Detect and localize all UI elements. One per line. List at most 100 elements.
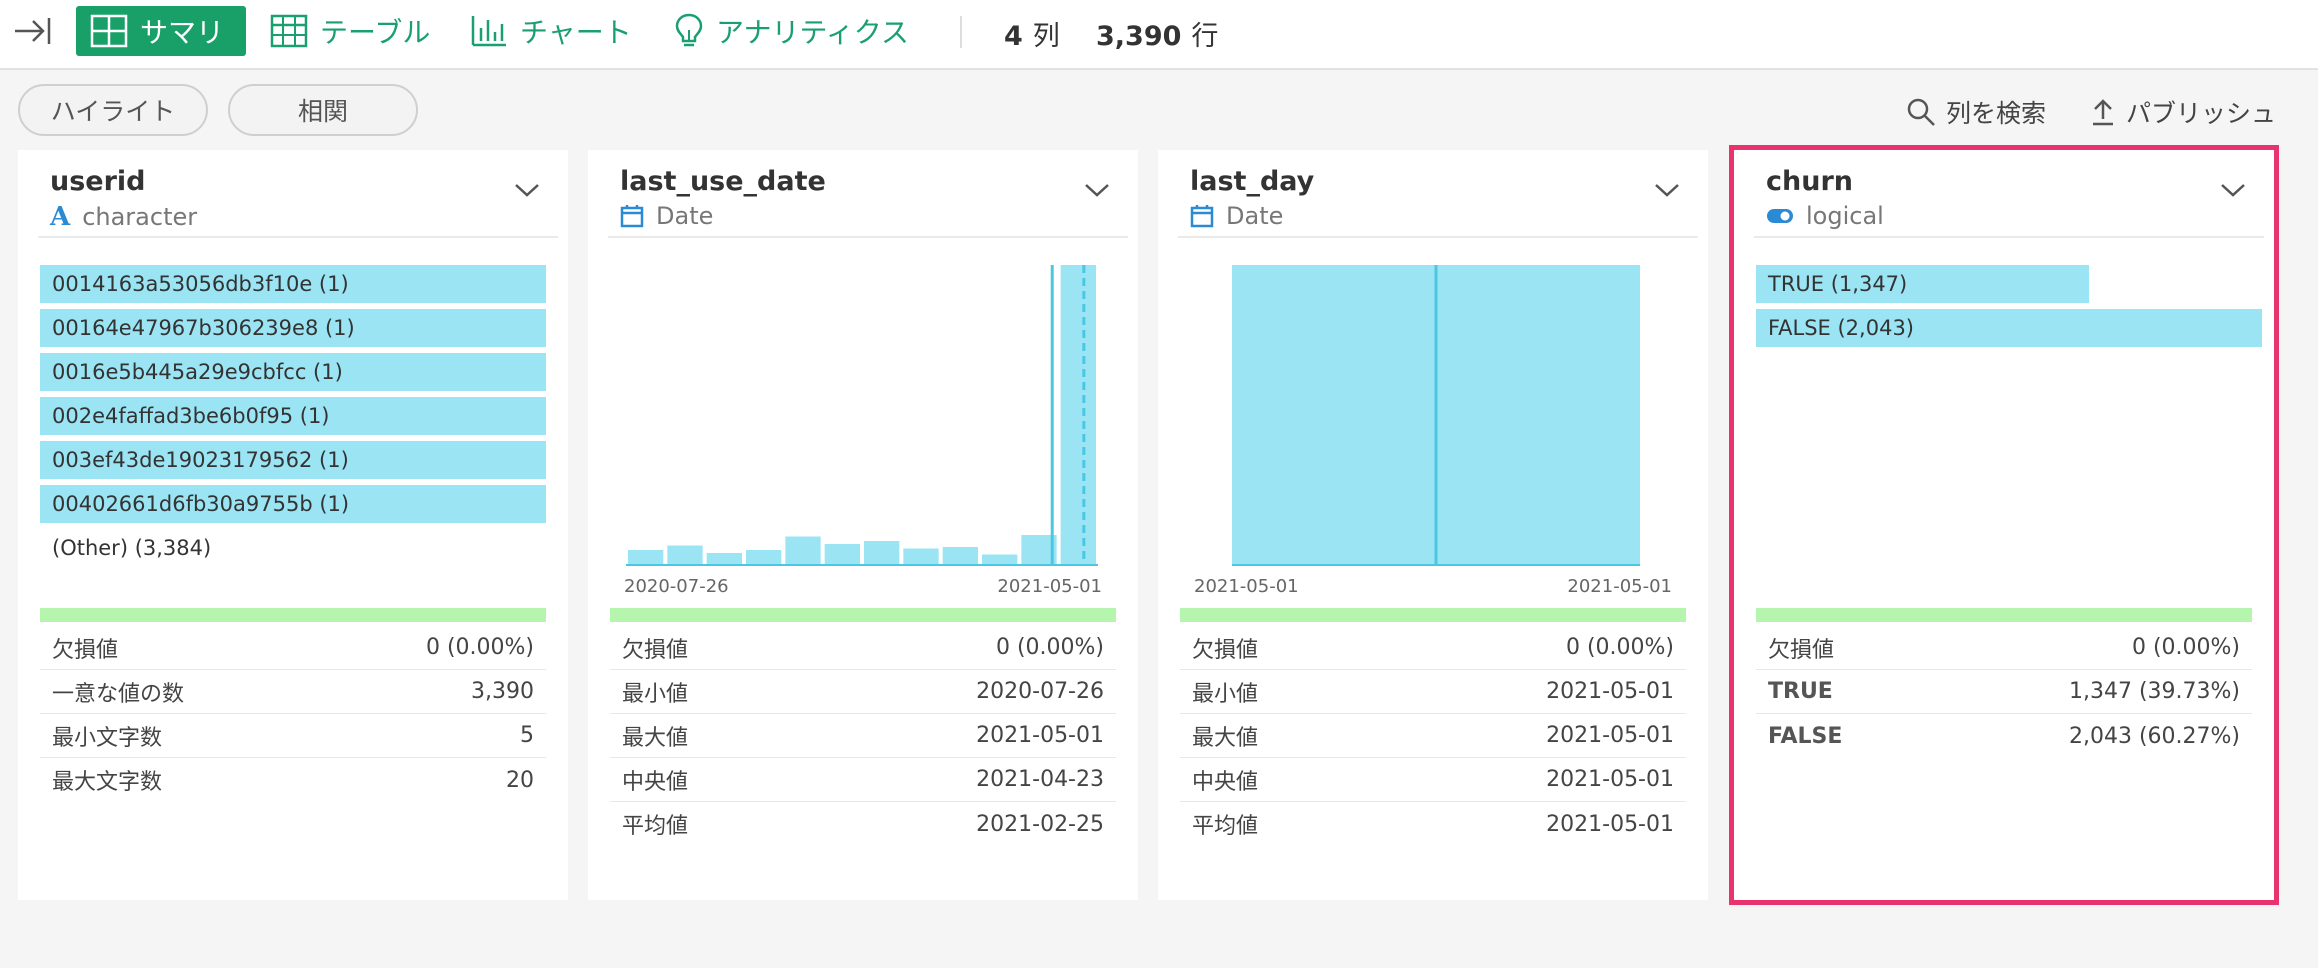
stat-label: FALSE bbox=[1768, 723, 1843, 749]
column-type: Date bbox=[620, 202, 713, 230]
stats-table: 欠損値 0 (0.00%) TRUE 1,347 (39.73%) FALSE 2,0… bbox=[1756, 626, 2252, 758]
search-columns-button[interactable]: 列を検索 bbox=[1906, 94, 2046, 130]
stat-label: 中央値 bbox=[622, 769, 689, 795]
stat-row: 平均値 2021-02-25 bbox=[610, 802, 1116, 846]
histogram[interactable] bbox=[606, 260, 1120, 570]
value-row-true[interactable]: TRUE (1,347) bbox=[1756, 265, 2090, 303]
stat-value: 2021-05-01 bbox=[1546, 723, 1674, 748]
value-row[interactable]: 00402661d6fb30a9755b (1) bbox=[40, 485, 546, 523]
stat-row: 最小文字数 5 bbox=[40, 714, 546, 758]
stat-label: 最大値 bbox=[622, 725, 689, 751]
stat-value: 2021-05-01 bbox=[976, 723, 1104, 748]
stat-row: 一意な値の数 3,390 bbox=[40, 670, 546, 714]
stats-table: 欠損値 0 (0.00%) 一意な値の数 3,390 最小文字数 5 最大文字数 20 bbox=[40, 626, 546, 802]
stat-row: TRUE 1,347 (39.73%) bbox=[1756, 670, 2252, 714]
histogram-bar[interactable] bbox=[1060, 265, 1096, 565]
stat-label: TRUE bbox=[1768, 679, 1833, 704]
tab-analytics[interactable]: アナリティクス bbox=[660, 6, 923, 56]
highlight-button[interactable]: ハイライト bbox=[18, 84, 208, 136]
chevron-down-icon[interactable] bbox=[2220, 180, 2246, 200]
stat-value: 2020-07-26 bbox=[976, 679, 1104, 704]
tab-chart[interactable]: チャート bbox=[456, 6, 646, 56]
column-name: last_use_date bbox=[620, 166, 826, 197]
stat-row: 平均値 2021-05-01 bbox=[1180, 802, 1686, 846]
tab-summary-label: サマリ bbox=[140, 16, 225, 49]
search-columns-label: 列を検索 bbox=[1946, 99, 2047, 128]
non-missing-bar bbox=[1180, 608, 1686, 622]
stat-row: 最大値 2021-05-01 bbox=[610, 714, 1116, 758]
column-type-label: Date bbox=[656, 202, 714, 230]
tab-table[interactable]: テーブル bbox=[256, 6, 444, 56]
histogram-bar[interactable] bbox=[942, 547, 978, 565]
column-card-churn[interactable]: churn logical TRUE (1,347) FALSE (2,043)… bbox=[1729, 145, 2279, 905]
column-count: 4 列 bbox=[1004, 14, 1060, 53]
table-icon bbox=[270, 14, 308, 48]
histogram-bar[interactable] bbox=[628, 550, 664, 565]
lightbulb-icon bbox=[675, 13, 703, 47]
row-count: 3,390 行 bbox=[1096, 14, 1218, 53]
x-axis-start-label: 2020-07-26 bbox=[624, 576, 729, 597]
bar-chart-icon bbox=[471, 16, 506, 47]
column-count-value: 4 bbox=[1004, 21, 1023, 52]
histogram-bar[interactable] bbox=[982, 554, 1018, 566]
stat-label: 欠損値 bbox=[1192, 637, 1259, 663]
search-icon bbox=[1907, 98, 1935, 126]
stat-value: 3,390 bbox=[471, 679, 534, 704]
column-type-label: character bbox=[82, 203, 198, 231]
value-row[interactable]: 002e4faffad3be6b0f95 (1) bbox=[40, 397, 546, 435]
histogram-bar[interactable] bbox=[706, 553, 742, 565]
value-row[interactable]: 0016e5b445a29e9cbfcc (1) bbox=[40, 353, 546, 391]
toolbar: サマリ テーブル チャート アナリティクス 4 列 3,390 行 bbox=[0, 0, 2318, 70]
other-values-row: (Other) (3,384) bbox=[52, 536, 212, 560]
tab-summary[interactable]: サマリ bbox=[76, 6, 246, 56]
stat-row: 中央値 2021-05-01 bbox=[1180, 758, 1686, 802]
correlation-button[interactable]: 相関 bbox=[228, 84, 418, 136]
value-row[interactable]: 0014163a53056db3f10e (1) bbox=[40, 265, 546, 303]
value-row[interactable]: 003ef43de19023179562 (1) bbox=[40, 441, 546, 479]
histogram-bar[interactable] bbox=[785, 536, 821, 566]
histogram-bar[interactable] bbox=[903, 548, 939, 566]
chevron-down-icon[interactable] bbox=[1084, 180, 1110, 200]
stat-row: 欠損値 0 (0.00%) bbox=[40, 626, 546, 670]
stat-label: 欠損値 bbox=[622, 637, 689, 663]
histogram-bar[interactable] bbox=[824, 544, 860, 565]
stat-value: 0 (0.00%) bbox=[425, 635, 534, 660]
histogram-bar[interactable] bbox=[746, 550, 782, 565]
calendar-icon bbox=[620, 205, 644, 228]
collapse-arrow-icon bbox=[15, 18, 51, 44]
card-header: last_day Date bbox=[1158, 150, 1708, 238]
column-name: userid bbox=[50, 166, 146, 197]
value-row-false[interactable]: FALSE (2,043) bbox=[1756, 309, 2262, 347]
stat-value: 1,347 (39.73%) bbox=[2068, 679, 2240, 704]
upload-icon bbox=[2093, 99, 2113, 126]
stat-label: 最小値 bbox=[1192, 681, 1259, 707]
stat-label: 最小文字数 bbox=[52, 725, 163, 751]
chevron-down-icon[interactable] bbox=[514, 180, 540, 200]
non-missing-bar bbox=[610, 608, 1116, 622]
value-row[interactable]: 00164e47967b306239e8 (1) bbox=[40, 309, 546, 347]
stat-value: 2021-05-01 bbox=[1546, 679, 1674, 704]
stat-label: 欠損値 bbox=[1768, 637, 1835, 663]
stat-value: 0 (0.00%) bbox=[995, 635, 1104, 660]
histogram-bar[interactable] bbox=[667, 545, 703, 566]
stat-value: 0 (0.00%) bbox=[2131, 635, 2240, 660]
collapse-sidebar-button[interactable] bbox=[12, 12, 54, 50]
chevron-down-icon[interactable] bbox=[1654, 180, 1680, 200]
stat-value: 5 bbox=[520, 723, 534, 748]
publish-button[interactable]: パブリッシュ bbox=[2090, 94, 2276, 130]
toggle-icon bbox=[1767, 209, 1793, 223]
stat-label: 最大文字数 bbox=[52, 770, 163, 795]
stat-label: 平均値 bbox=[1192, 814, 1259, 839]
histogram[interactable] bbox=[1176, 260, 1690, 570]
card-header: churn logical bbox=[1734, 150, 2274, 238]
histogram-bar[interactable] bbox=[864, 541, 900, 565]
tab-analytics-label: アナリティクス bbox=[716, 16, 909, 49]
stat-row: 最小値 2021-05-01 bbox=[1180, 670, 1686, 714]
toolbar-divider bbox=[960, 16, 962, 48]
column-type: A character bbox=[50, 202, 197, 232]
card-header: last_use_date Date bbox=[588, 150, 1138, 238]
column-count-unit: 列 bbox=[1032, 21, 1060, 52]
row-count-unit: 行 bbox=[1191, 21, 1219, 52]
publish-label: パブリッシュ bbox=[2126, 99, 2277, 128]
non-missing-bar bbox=[40, 608, 546, 622]
